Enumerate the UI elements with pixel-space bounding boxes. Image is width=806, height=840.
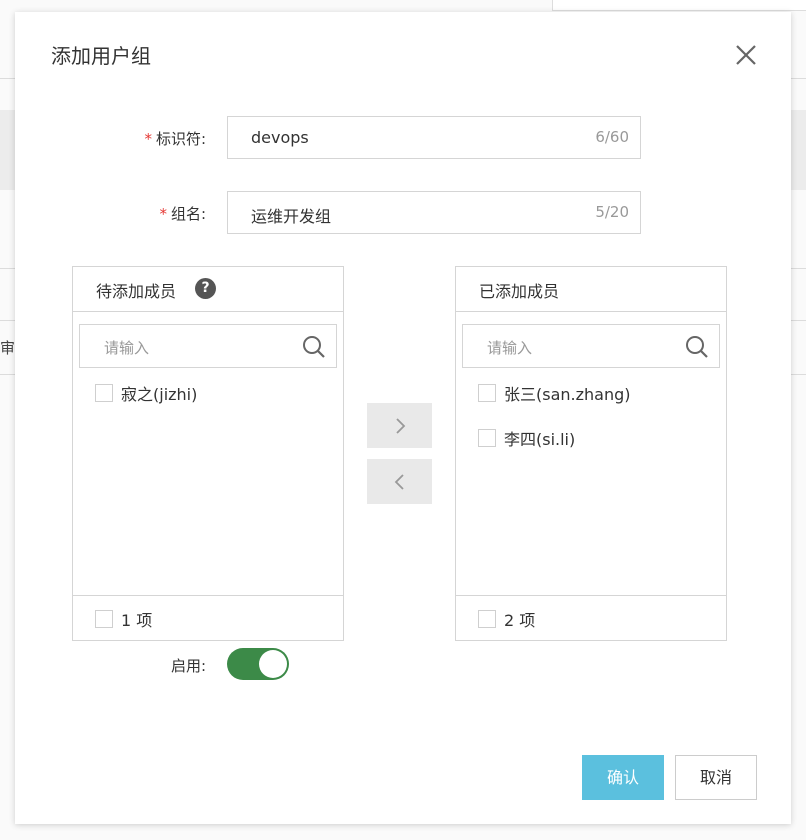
add-user-group-dialog: 添加用户组 * 标识符: devops 6/60 * 组名: 运维开发组 5/20 … bbox=[15, 12, 791, 824]
group-name-field[interactable]: 运维开发组 5/20 bbox=[227, 191, 641, 234]
move-right-button[interactable] bbox=[367, 403, 432, 448]
list-item[interactable]: 李四(si.li) bbox=[478, 427, 575, 449]
identifier-value: devops bbox=[251, 128, 309, 147]
confirm-button[interactable]: 确认 bbox=[582, 755, 664, 800]
search-placeholder: 请输入 bbox=[104, 339, 150, 357]
item-checkbox[interactable] bbox=[478, 429, 496, 447]
required-mark: * bbox=[159, 205, 167, 223]
item-count: 1 项 bbox=[121, 611, 153, 630]
item-checkbox[interactable] bbox=[95, 384, 113, 402]
background-cut-text: 审计 bbox=[0, 339, 16, 357]
select-all-checkbox[interactable] bbox=[95, 610, 113, 628]
group-name-label: * 组名: bbox=[159, 203, 206, 224]
required-mark: * bbox=[144, 130, 152, 148]
added-members-title: 已添加成员 bbox=[479, 282, 560, 301]
close-icon[interactable] bbox=[733, 42, 759, 68]
added-members-footer: 2 项 bbox=[456, 595, 726, 640]
pending-members-footer: 1 项 bbox=[73, 595, 343, 640]
pending-members-header: 待添加成员 ? bbox=[73, 267, 343, 312]
item-count: 2 项 bbox=[504, 611, 536, 630]
list-item[interactable]: 张三(san.zhang) bbox=[478, 382, 631, 404]
search-icon[interactable] bbox=[685, 335, 709, 359]
pending-members-title: 待添加成员 bbox=[96, 282, 177, 301]
added-members-search-input[interactable]: 请输入 bbox=[462, 324, 720, 368]
search-icon[interactable] bbox=[302, 335, 326, 359]
pending-members-panel: 待添加成员 ? 请输入 寂之(jizhi) 1 项 bbox=[72, 266, 344, 641]
enable-label: 启用: bbox=[170, 657, 206, 675]
added-members-panel: 已添加成员 请输入 张三(san.zhang) 李四(si.li) 2 项 bbox=[455, 266, 727, 641]
chevron-left-icon bbox=[394, 473, 404, 490]
dialog-title: 添加用户组 bbox=[51, 44, 151, 68]
added-members-header: 已添加成员 bbox=[456, 267, 726, 312]
pending-members-search-input[interactable]: 请输入 bbox=[79, 324, 337, 368]
move-left-button[interactable] bbox=[367, 459, 432, 504]
group-name-label-text: 组名: bbox=[170, 205, 206, 223]
enable-toggle[interactable] bbox=[227, 648, 289, 680]
identifier-label-text: 标识符: bbox=[155, 130, 206, 148]
toggle-knob bbox=[259, 650, 287, 678]
select-all-checkbox[interactable] bbox=[478, 610, 496, 628]
help-icon[interactable]: ? bbox=[195, 278, 216, 299]
group-name-value: 运维开发组 bbox=[251, 207, 332, 226]
identifier-char-count: 6/60 bbox=[595, 128, 629, 146]
background-tab bbox=[552, 0, 806, 11]
cancel-button[interactable]: 取消 bbox=[675, 755, 757, 800]
chevron-right-icon bbox=[395, 417, 405, 434]
identifier-label: * 标识符: bbox=[144, 128, 206, 149]
group-name-char-count: 5/20 bbox=[595, 203, 629, 221]
item-checkbox[interactable] bbox=[478, 384, 496, 402]
member-name: 张三(san.zhang) bbox=[504, 385, 631, 404]
list-item[interactable]: 寂之(jizhi) bbox=[95, 382, 197, 404]
identifier-field[interactable]: devops 6/60 bbox=[227, 116, 641, 159]
member-name: 寂之(jizhi) bbox=[121, 385, 198, 404]
search-placeholder: 请输入 bbox=[487, 339, 533, 357]
member-name: 李四(si.li) bbox=[504, 430, 576, 449]
